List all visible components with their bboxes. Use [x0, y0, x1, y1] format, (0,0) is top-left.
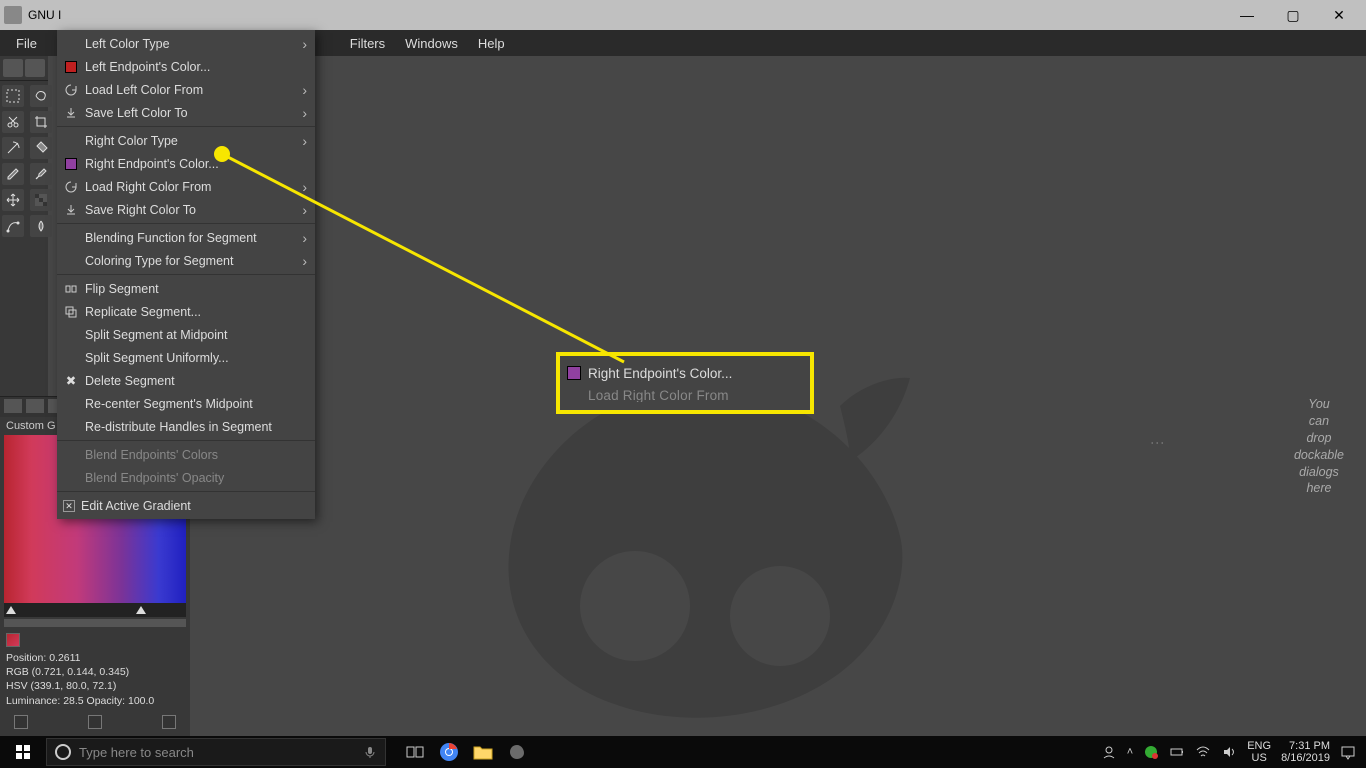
menu-blend-colors: Blend Endpoints' Colors	[57, 443, 315, 466]
menu-right-color-type[interactable]: Right Color Type›	[57, 129, 315, 152]
callout-right-endpoint-color: Right Endpoint's Color...	[560, 360, 810, 386]
menu-replicate-segment[interactable]: Replicate Segment...	[57, 300, 315, 323]
clock[interactable]: 7:31 PM8/16/2019	[1281, 740, 1330, 764]
gradient-tool[interactable]	[30, 189, 52, 211]
dock-drag-handle[interactable]: ⋮	[1150, 436, 1166, 452]
toolbox-tab-icon[interactable]	[25, 59, 45, 77]
app-icon	[4, 6, 22, 24]
gradient-sample-swatch	[6, 633, 20, 647]
zoom-fit-button[interactable]	[162, 715, 176, 729]
people-icon[interactable]	[1101, 744, 1117, 760]
gradient-context-menu: Left Color Type› Left Endpoint's Color..…	[57, 30, 315, 519]
menu-left-color-type[interactable]: Left Color Type›	[57, 32, 315, 55]
task-view-icon[interactable]	[400, 738, 430, 766]
dock-drop-hint: Youcandrop dockabledialogshere	[1294, 396, 1344, 497]
move-tool[interactable]	[2, 189, 24, 211]
cortana-icon	[55, 744, 71, 760]
taskbar-search[interactable]: Type here to search	[46, 738, 386, 766]
menu-split-uniform[interactable]: Split Segment Uniformly...	[57, 346, 315, 369]
toolbox-tab-icon[interactable]	[3, 59, 23, 77]
menu-flip-segment[interactable]: Flip Segment	[57, 277, 315, 300]
menu-file[interactable]: File	[6, 32, 47, 55]
scissors-tool[interactable]	[2, 111, 24, 133]
panel-tab[interactable]	[4, 399, 22, 413]
menu-filters[interactable]: Filters	[340, 32, 395, 55]
start-button[interactable]	[0, 736, 46, 768]
menu-blend-opacity: Blend Endpoints' Opacity	[57, 466, 315, 489]
smudge-tool[interactable]	[30, 215, 52, 237]
gradient-segment-slider[interactable]	[4, 603, 186, 617]
mic-icon[interactable]	[363, 745, 377, 759]
annotation-dot	[214, 146, 230, 162]
crop-tool[interactable]	[30, 111, 52, 133]
minimize-button[interactable]: —	[1224, 0, 1270, 30]
explorer-icon[interactable]	[468, 738, 498, 766]
zoom-in-button[interactable]	[88, 715, 102, 729]
menu-help[interactable]: Help	[468, 32, 515, 55]
measure-tool[interactable]	[2, 137, 24, 159]
taskbar-apps	[400, 738, 532, 766]
windows-taskbar: Type here to search ˄ ENGUS 7:31 PM8/16/…	[0, 736, 1366, 768]
zoom-out-button[interactable]	[14, 715, 28, 729]
path-tool[interactable]	[2, 215, 24, 237]
language-indicator[interactable]: ENGUS	[1247, 740, 1271, 764]
wifi-icon[interactable]	[1195, 744, 1211, 760]
maximize-button[interactable]: ▢	[1270, 0, 1316, 30]
menu-edit-active-gradient[interactable]: ✕Edit Active Gradient	[57, 494, 315, 517]
rect-select-tool[interactable]	[2, 85, 24, 107]
system-tray: ˄ ENGUS 7:31 PM8/16/2019	[1101, 740, 1366, 764]
menu-redistribute-handles[interactable]: Re-distribute Handles in Segment	[57, 415, 315, 438]
wilber-mascot-bg	[420, 366, 980, 736]
menu-right-endpoint-color[interactable]: Right Endpoint's Color...	[57, 152, 315, 175]
tray-chevron-icon[interactable]: ˄	[1127, 746, 1133, 758]
pencil-tool[interactable]	[2, 163, 24, 185]
menu-load-left-color[interactable]: Load Left Color From›	[57, 78, 315, 101]
gradient-zoom-buttons	[0, 709, 190, 735]
paintbrush-tool[interactable]	[30, 163, 52, 185]
chrome-icon[interactable]	[434, 738, 464, 766]
window-title: GNU I	[28, 8, 1224, 22]
annotation-callout: Right Endpoint's Color... Load Right Col…	[556, 352, 814, 414]
window-titlebar: GNU I — ▢ ✕	[0, 0, 1366, 30]
battery-icon[interactable]	[1169, 744, 1185, 760]
menu-split-midpoint[interactable]: Split Segment at Midpoint	[57, 323, 315, 346]
callout-cutoff-text: Load Right Color From	[560, 388, 810, 402]
volume-icon[interactable]	[1221, 744, 1237, 760]
menu-blending-function[interactable]: Blending Function for Segment›	[57, 226, 315, 249]
menu-coloring-type[interactable]: Coloring Type for Segment›	[57, 249, 315, 272]
gimp-taskbar-icon[interactable]	[502, 738, 532, 766]
menu-left-endpoint-color[interactable]: Left Endpoint's Color...	[57, 55, 315, 78]
menu-save-left-color[interactable]: Save Left Color To›	[57, 101, 315, 124]
panel-tab[interactable]	[26, 399, 44, 413]
gradient-scrollbar[interactable]	[4, 619, 186, 627]
free-select-tool[interactable]	[30, 85, 52, 107]
security-icon[interactable]	[1143, 744, 1159, 760]
menu-windows[interactable]: Windows	[395, 32, 468, 55]
menu-recenter-midpoint[interactable]: Re-center Segment's Midpoint	[57, 392, 315, 415]
menu-save-right-color[interactable]: Save Right Color To›	[57, 198, 315, 221]
bucket-tool[interactable]	[30, 137, 52, 159]
menu-delete-segment[interactable]: ✖Delete Segment	[57, 369, 315, 392]
menu-load-right-color[interactable]: Load Right Color From›	[57, 175, 315, 198]
search-placeholder: Type here to search	[79, 745, 363, 760]
gradient-info: Position: 0.2611 RGB (0.721, 0.144, 0.34…	[0, 651, 160, 708]
close-button[interactable]: ✕	[1316, 0, 1362, 30]
notifications-icon[interactable]	[1340, 744, 1356, 760]
